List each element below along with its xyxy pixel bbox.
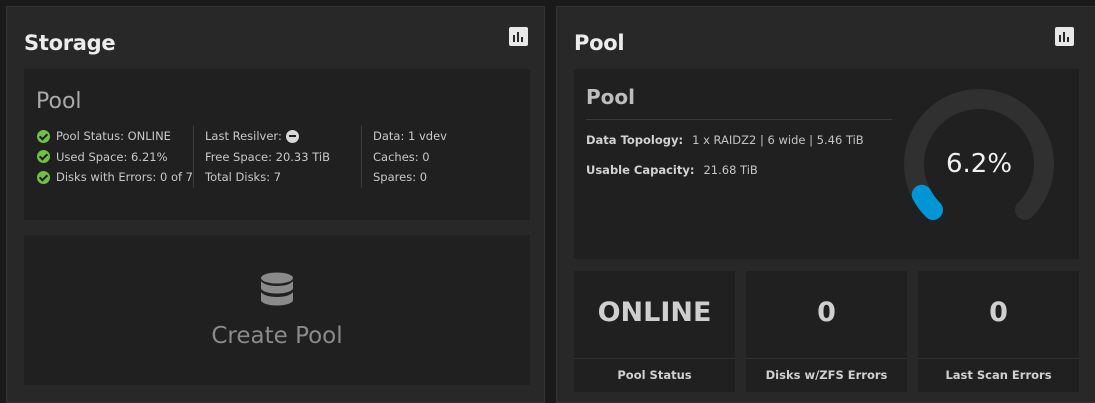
pool-summary-panel: Pool Pool Status: ONLINE Used Space: 6.2… bbox=[24, 69, 530, 220]
pool-status-value: ONLINE bbox=[127, 129, 171, 144]
usable-capacity-value: 21.68 TiB bbox=[703, 163, 758, 177]
total-disks-line: Total Disks: 7 bbox=[205, 167, 330, 188]
data-topology-value: 1 x RAIDZ2 | 6 wide | 5.46 TiB bbox=[692, 133, 864, 147]
caches-line: Caches: 0 bbox=[373, 147, 447, 168]
pool-overview-panel: Pool Data Topology: 1 x RAIDZ2 | 6 wide |… bbox=[574, 69, 1079, 259]
pool-card-title: Pool bbox=[574, 31, 625, 55]
scan-errors-value: 0 bbox=[989, 297, 1008, 328]
last-resilver-line: Last Resilver: bbox=[205, 126, 330, 147]
used-space-line: Used Space: 6.21% bbox=[37, 147, 193, 168]
pool-status-box: ONLINE Pool Status bbox=[574, 271, 735, 392]
pool-chart-button[interactable] bbox=[1055, 27, 1074, 46]
data-vdev-line: Data: 1 vdev bbox=[373, 126, 447, 147]
pool-status-value: ONLINE bbox=[597, 297, 712, 328]
spares-label: Spares: bbox=[373, 170, 417, 185]
check-circle-icon bbox=[37, 129, 50, 143]
minus-circle-icon bbox=[285, 129, 299, 143]
total-disks-value: 7 bbox=[273, 170, 282, 185]
usage-percent: 6.2% bbox=[945, 149, 1013, 179]
column-divider bbox=[193, 125, 194, 188]
zfs-errors-box: 0 Disks w/ZFS Errors bbox=[746, 271, 907, 392]
pool-status-line: Pool Status: ONLINE bbox=[37, 126, 193, 147]
check-circle-icon bbox=[37, 170, 50, 184]
storage-card-title: Storage bbox=[24, 31, 116, 55]
last-resilver-label: Last Resilver: bbox=[205, 129, 282, 144]
resilver-column: Last Resilver: Free Space: 20.33 TiB Tot… bbox=[205, 126, 330, 188]
divider bbox=[746, 358, 907, 359]
used-space-value: 6.21% bbox=[131, 149, 168, 164]
disks-errors-label: Disks with Errors: bbox=[56, 170, 157, 185]
pool-name: Pool bbox=[36, 89, 82, 114]
free-space-value: 20.33 TiB bbox=[275, 149, 330, 164]
data-label: Data: bbox=[373, 129, 405, 144]
pool-heading: Pool bbox=[586, 85, 635, 109]
zfs-errors-value: 0 bbox=[817, 297, 836, 328]
data-topology-label: Data Topology: bbox=[586, 133, 684, 147]
zfs-errors-label: Disks w/ZFS Errors bbox=[765, 368, 888, 382]
usage-gauge: 6.2% bbox=[899, 84, 1059, 244]
divider bbox=[918, 358, 1079, 359]
divider bbox=[574, 358, 735, 359]
vdev-column: Data: 1 vdev Caches: 0 Spares: 0 bbox=[373, 126, 447, 188]
usable-capacity-line: Usable Capacity: 21.68 TiB bbox=[586, 163, 758, 177]
create-pool-button[interactable]: Create Pool bbox=[24, 235, 530, 385]
pool-status-column: Pool Status: ONLINE Used Space: 6.21% Di… bbox=[37, 126, 193, 188]
usable-capacity-label: Usable Capacity: bbox=[586, 163, 695, 177]
database-icon bbox=[261, 272, 293, 305]
divider bbox=[586, 119, 892, 120]
scan-errors-label: Last Scan Errors bbox=[945, 368, 1052, 382]
scan-errors-box: 0 Last Scan Errors bbox=[918, 271, 1079, 392]
disks-errors-value: 0 of 7 bbox=[159, 170, 193, 185]
spares-line: Spares: 0 bbox=[373, 167, 447, 188]
free-space-label: Free Space: bbox=[205, 149, 272, 164]
column-divider bbox=[361, 125, 362, 188]
storage-chart-button[interactable] bbox=[509, 27, 528, 46]
data-topology-line: Data Topology: 1 x RAIDZ2 | 6 wide | 5.46… bbox=[586, 133, 864, 147]
pool-card: Pool Pool Data Topology: 1 x RAIDZ2 | 6 w… bbox=[556, 6, 1095, 403]
caches-value: 0 bbox=[422, 149, 430, 164]
caches-label: Caches: bbox=[373, 149, 419, 164]
pool-status-label: Pool Status bbox=[617, 368, 692, 382]
pool-status-label: Pool Status: bbox=[56, 129, 124, 144]
create-pool-label: Create Pool bbox=[211, 322, 343, 349]
disks-errors-line: Disks with Errors: 0 of 7 bbox=[37, 167, 193, 188]
free-space-line: Free Space: 20.33 TiB bbox=[205, 147, 330, 168]
storage-card: Storage Pool Pool Status: ONLINE Used Sp… bbox=[6, 6, 545, 403]
total-disks-label: Total Disks: bbox=[205, 170, 271, 185]
spares-value: 0 bbox=[419, 170, 428, 185]
check-circle-icon bbox=[37, 150, 50, 164]
data-value: 1 vdev bbox=[408, 129, 447, 144]
used-space-label: Used Space: bbox=[56, 149, 128, 164]
